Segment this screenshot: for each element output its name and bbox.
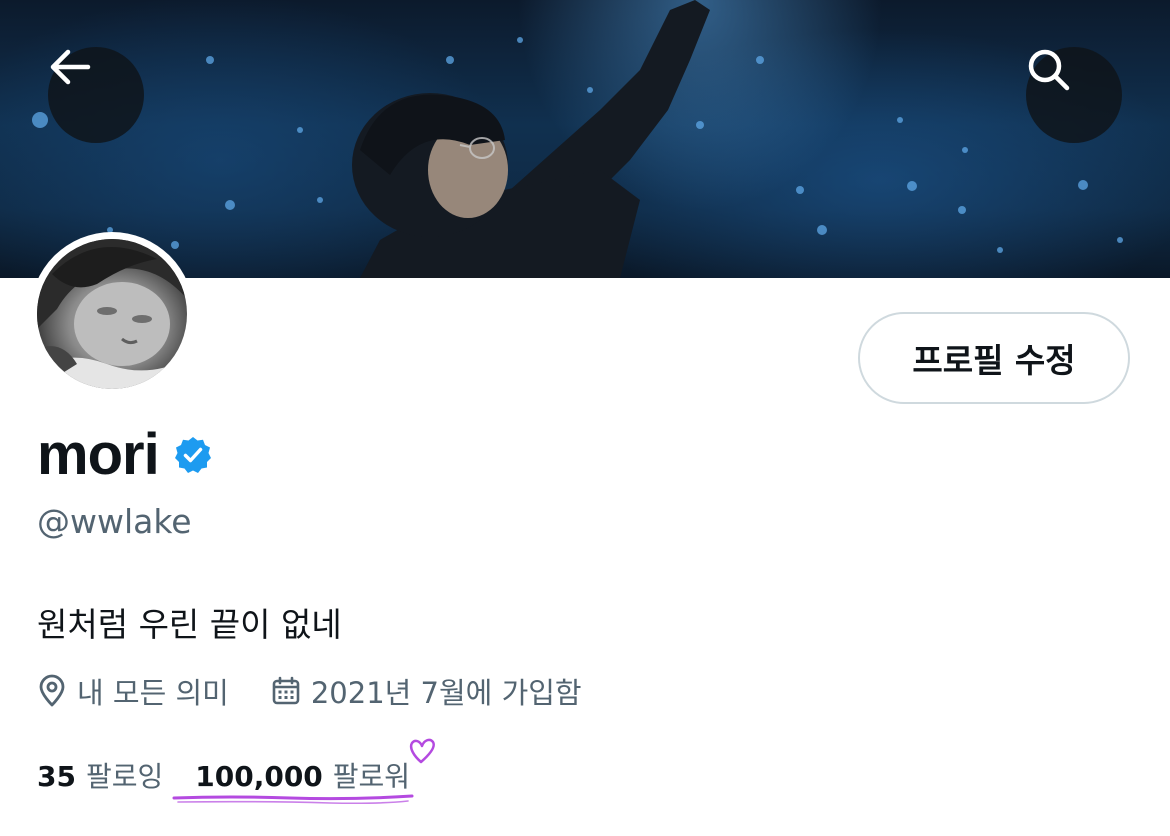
location-text: 내 모든 의미 [77,676,229,710]
following-link[interactable]: 35 팔로잉 [37,755,163,795]
following-label: 팔로잉 [85,760,164,793]
location-pin-icon [39,674,65,707]
back-button[interactable] [48,47,144,143]
display-name: mori [37,422,160,487]
verified-badge-icon[interactable] [173,435,213,479]
banner-photo [32,0,1123,278]
avatar-photo [37,239,187,389]
profile-meta: 내 모든 의미 2021년 7월에 가입함 [37,670,582,712]
location-item: 내 모든 의미 [37,670,229,712]
arrow-left-icon [50,49,91,85]
followers-link[interactable]: 100,000 팔로워 [195,755,410,795]
calendar-icon [272,676,300,705]
profile-page: 프로필 수정 mori @wwlake 원처럼 우린 끝이 없네 내 모든 의미 [0,0,1170,836]
following-count: 35 [37,760,76,793]
followers-label: 팔로워 [332,760,411,793]
followers-count: 100,000 [195,760,323,793]
bio: 원처럼 우린 끝이 없네 [37,605,342,644]
joined-text: 2021년 7월에 가입함 [310,676,582,710]
profile-banner[interactable] [0,0,1170,278]
handle: @wwlake [37,502,192,541]
edit-profile-button[interactable]: 프로필 수정 [858,312,1130,404]
search-icon [1028,49,1070,91]
name-row: mori [37,420,213,490]
search-button[interactable] [1026,47,1122,143]
avatar[interactable] [30,232,194,396]
joined-item: 2021년 7월에 가입함 [271,670,582,712]
follow-stats: 35 팔로잉 100,000 팔로워 [37,755,410,795]
heart-icon [409,738,435,764]
